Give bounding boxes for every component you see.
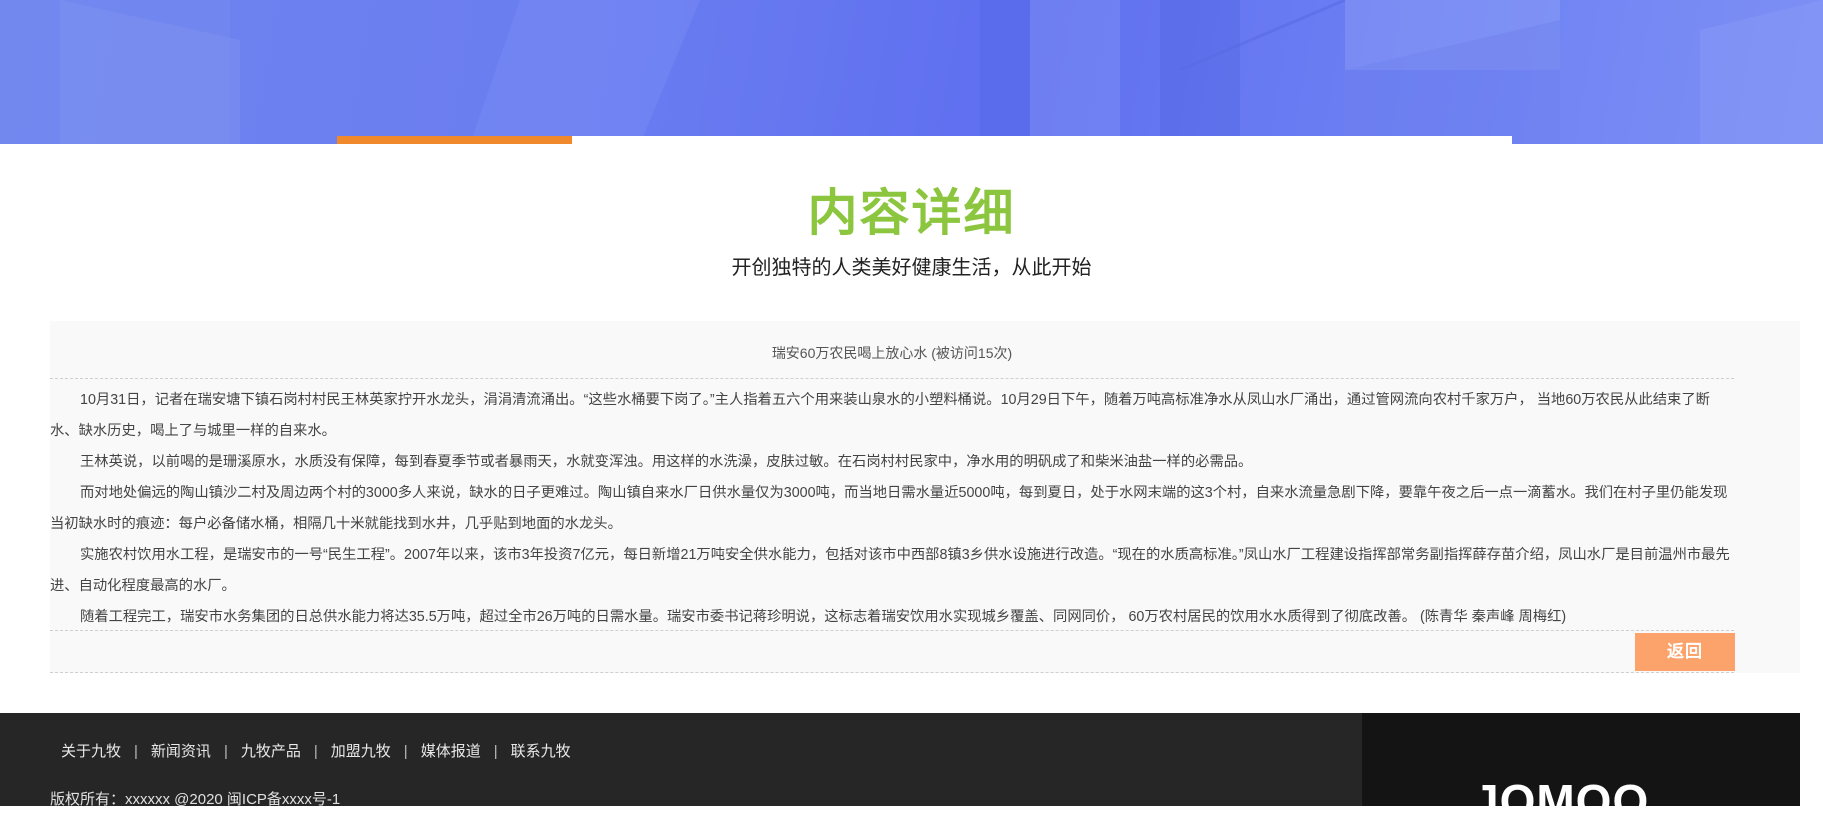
footer-separator: | xyxy=(403,743,408,760)
footer-link-news[interactable]: 新闻资讯 xyxy=(151,743,211,760)
article-paragraph: 实施农村饮用水工程，是瑞安市的一号“民生工程”。2007年以来，该市3年投资7亿… xyxy=(50,547,1730,594)
footer-link-contact[interactable]: 联系九牧 xyxy=(511,743,571,760)
footer-separator: | xyxy=(223,743,228,760)
divider-bottom xyxy=(50,672,1734,673)
page-title: 内容详细 xyxy=(807,185,1016,241)
footer-link-products[interactable]: 九牧产品 xyxy=(241,743,301,760)
footer-logo-panel: JOMOO xyxy=(1362,713,1800,826)
footer-link-about[interactable]: 关于九牧 xyxy=(61,743,121,760)
article-paragraph: 王林英说，以前喝的是珊溪原水，水质没有保障，每到春夏季节或者暴雨天，水就变浑浊。… xyxy=(80,454,1253,470)
article-body: 10月31日，记者在瑞安塘下镇石岗村村民王林英家拧开水龙头，涓涓清流涌出。“这些… xyxy=(50,385,1734,633)
footer-nav: 关于九牧 | 新闻资讯 | 九牧产品 | 加盟九牧 | 媒体报道 | 联系九牧 xyxy=(61,740,571,764)
banner-buildings-graphic xyxy=(0,0,1823,144)
article-paragraph: 10月31日，记者在瑞安塘下镇石岗村村民王林英家拧开水龙头，涓涓清流涌出。“这些… xyxy=(50,392,1710,439)
footer-separator: | xyxy=(313,743,318,760)
divider-middle xyxy=(50,630,1734,631)
footer-separator: | xyxy=(493,743,498,760)
back-button[interactable]: 返回 xyxy=(1635,633,1735,671)
article-title: 瑞安60万农民喝上放心水 (被访问15次) xyxy=(771,345,1013,361)
footer: 关于九牧 | 新闻资讯 | 九牧产品 | 加盟九牧 | 媒体报道 | 联系九牧 版权所有：xxxxx… xyxy=(0,713,1800,826)
footer-link-media[interactable]: 媒体报道 xyxy=(421,743,481,760)
page-subtitle: 开创独特的人类美好健康生活，从此开始 xyxy=(731,257,1092,279)
article-panel: 瑞安60万农民喝上放心水 (被访问15次) 10月31日，记者在瑞安塘下镇石岗村… xyxy=(50,321,1800,673)
footer-link-franchise[interactable]: 加盟九牧 xyxy=(331,743,391,760)
article-paragraph: 随着工程完工，瑞安市水务集团的日总供水能力将达35.5万吨，超过全市26万吨的日… xyxy=(80,609,1567,625)
tab-inactive[interactable] xyxy=(572,136,1512,144)
article-paragraph: 而对地处偏远的陶山镇沙二村及周边两个村的3000多人来说，缺水的日子更难过。陶山… xyxy=(50,485,1728,532)
brand-logo: JOMOO xyxy=(1473,775,1650,827)
hero-banner xyxy=(0,0,1823,144)
footer-separator: | xyxy=(134,743,138,760)
banner-tab-bar xyxy=(337,136,1512,144)
tab-active[interactable] xyxy=(337,136,572,144)
divider-top xyxy=(50,378,1734,379)
